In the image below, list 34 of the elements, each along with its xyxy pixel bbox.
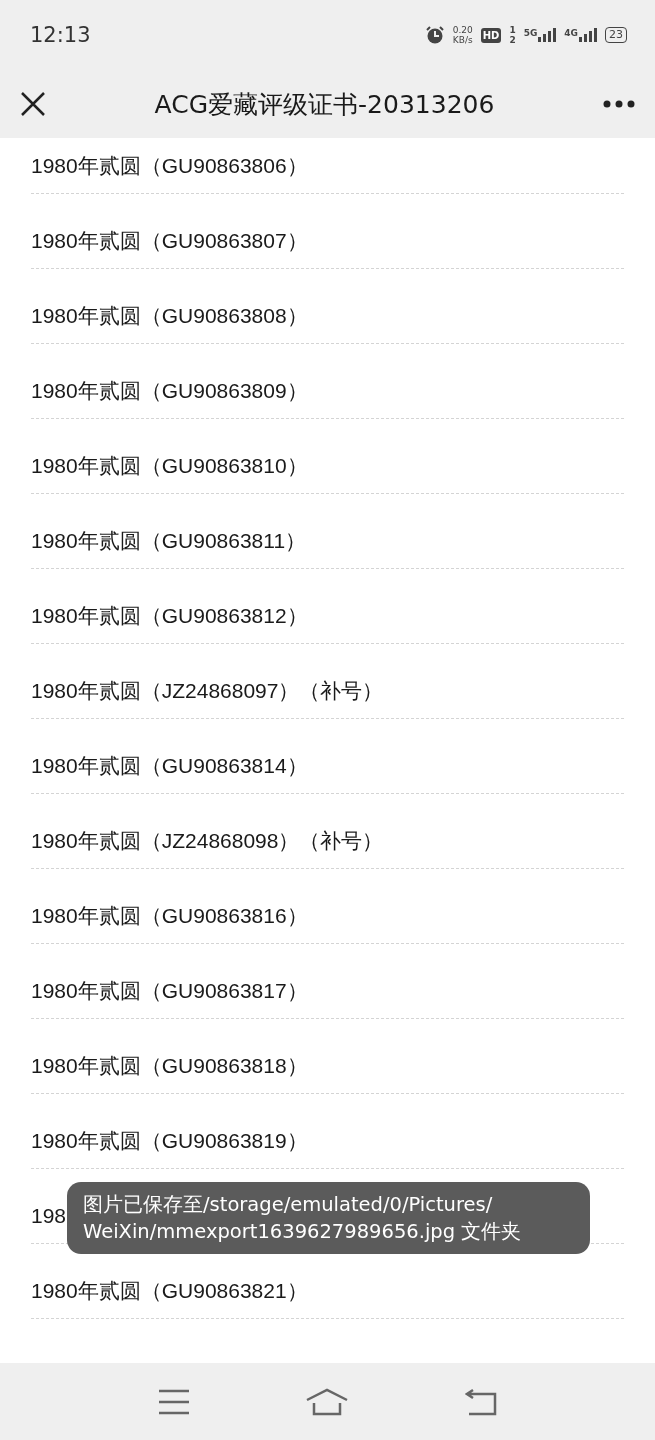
list-item[interactable]: 1980年贰圆（GU90863810） — [31, 454, 308, 477]
list-item[interactable]: 1980年贰圆（JZ24868097）（补号） — [31, 679, 384, 702]
close-icon[interactable] — [20, 91, 46, 117]
list-item[interactable]: 1980年贰圆（GU90863811） — [31, 529, 307, 552]
page-title: ACG爱藏评级证书-20313206 — [153, 88, 496, 121]
list-item[interactable]: 1980年贰圆（GU90863818） — [31, 1054, 308, 1077]
network-type: 4G — [564, 28, 578, 38]
signal-icon — [579, 28, 597, 42]
list-item[interactable]: 1980年贰圆（GU90863821） — [31, 1279, 308, 1302]
signal-icon — [538, 28, 557, 42]
list-item[interactable]: 1980年贰圆（GU90863807） — [31, 229, 308, 252]
back-icon[interactable] — [465, 1387, 498, 1416]
more-icon[interactable] — [603, 100, 635, 108]
battery-level: 23 — [605, 27, 627, 43]
hd-badge: HD — [480, 27, 502, 43]
list-item[interactable]: 1980年贰圆（GU90863814） — [31, 754, 308, 777]
status-time: 12:13 — [30, 23, 91, 47]
network-speed: 0.20 KB/s — [452, 25, 473, 45]
list-item[interactable]: 1980年贰圆（GU90863812） — [31, 604, 308, 627]
list-item[interactable]: 1980年贰圆（GU90863806） — [31, 154, 308, 177]
home-icon[interactable] — [305, 1387, 350, 1416]
list-item[interactable]: 1980年贰圆（GU90863816） — [31, 904, 308, 927]
list-item[interactable]: 1980年贰圆（GU90863817） — [31, 979, 308, 1002]
menu-icon[interactable] — [157, 1388, 190, 1415]
list-item[interactable]: 198 — [31, 1204, 67, 1227]
network-type: 5G — [523, 28, 538, 38]
sim-number: 1 — [509, 25, 516, 35]
list-item[interactable]: 1980年贰圆（GU90863819） — [31, 1129, 308, 1152]
save-toast: 图片已保存至/storage/emulated/0/Pictures/ WeiXin/mmexport1639627989656.jpg 文件夹 — [67, 1182, 590, 1254]
list-item[interactable]: 1980年贰圆（JZ24868098）（补号） — [31, 829, 384, 852]
sim-number: 2 — [509, 35, 516, 45]
alarm-icon — [424, 25, 445, 45]
list-item[interactable]: 1980年贰圆（GU90863808） — [31, 304, 308, 327]
list-item[interactable]: 1980年贰圆（GU90863809） — [31, 379, 308, 402]
